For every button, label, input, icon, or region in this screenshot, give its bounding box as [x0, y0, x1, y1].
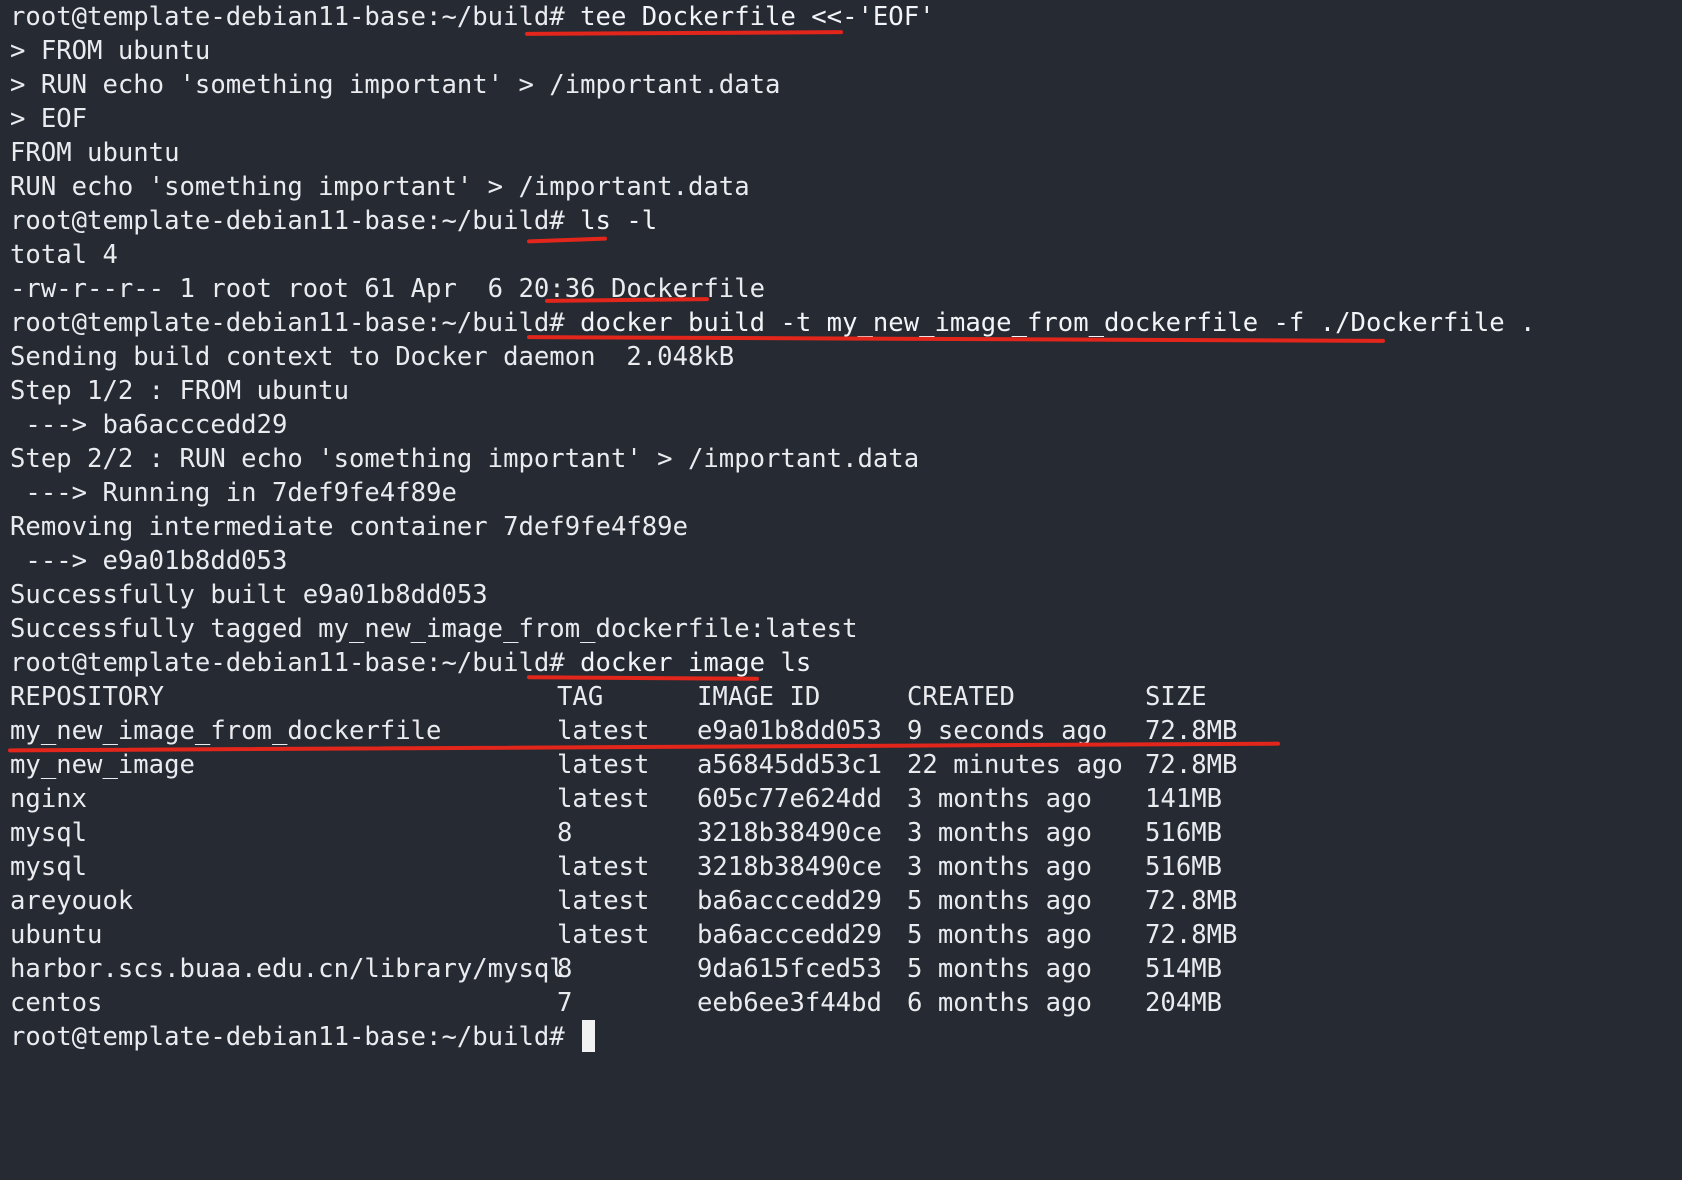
cell-tag: latest — [557, 716, 650, 746]
cell-image-id: ba6acccedd29 — [697, 920, 882, 950]
table-row: mysql latest 3218b38490ce 3 months ago 5… — [10, 850, 1682, 884]
table-row: ubuntu latest ba6acccedd29 5 months ago … — [10, 918, 1682, 952]
cell-created: 3 months ago — [907, 818, 1092, 848]
terminal-line: Step 1/2 : FROM ubuntu — [10, 376, 349, 406]
cell-image-id: a56845dd53c1 — [697, 750, 882, 780]
table-row: areyouok latest ba6acccedd29 5 months ag… — [10, 884, 1682, 918]
cell-size: 516MB — [1145, 852, 1223, 882]
cell-size: 141MB — [1145, 784, 1223, 814]
terminal-line: Successfully built e9a01b8dd053 — [10, 580, 488, 610]
cell-repository: nginx — [10, 784, 88, 814]
cell-repository: my_new_image_from_dockerfile — [10, 716, 442, 746]
cell-repository: centos — [10, 988, 103, 1018]
command: tee Dockerfile <<-'EOF' — [580, 2, 935, 32]
cell-tag: latest — [557, 784, 650, 814]
cell-repository: my_new_image — [10, 750, 195, 780]
terminal-line: root@template-debian11-base:~/build# ls … — [10, 204, 1682, 238]
terminal-line: > RUN echo 'something important' > /impo… — [10, 70, 781, 100]
terminal-line: > FROM ubuntu — [10, 36, 211, 66]
prompt: root@template-debian11-base:~/build# — [10, 206, 581, 236]
command: ls -l — [580, 206, 658, 236]
cell-created: 6 months ago — [907, 988, 1092, 1018]
cell-created: 3 months ago — [907, 852, 1092, 882]
cell-size: 72.8MB — [1145, 750, 1238, 780]
cell-tag: latest — [557, 920, 650, 950]
cell-created: 5 months ago — [907, 954, 1092, 984]
table-row: centos 7 eeb6ee3f44bd 6 months ago 204MB — [10, 986, 1682, 1020]
cell-image-id: 605c77e624dd — [697, 784, 882, 814]
terminal-line: RUN echo 'something important' > /import… — [10, 172, 750, 202]
terminal-line: -rw-r--r-- 1 root root 61 Apr 6 20:36 Do… — [10, 274, 766, 304]
terminal-line: ---> e9a01b8dd053 — [10, 546, 288, 576]
cell-repository: ubuntu — [10, 920, 103, 950]
image-table-header: REPOSITORY TAG IMAGE ID CREATED SIZE — [10, 680, 1682, 714]
table-row: harbor.scs.buaa.edu.cn/library/mysql 8 9… — [10, 952, 1682, 986]
cell-size: 72.8MB — [1145, 920, 1238, 950]
terminal-line: ---> ba6acccedd29 — [10, 410, 288, 440]
terminal-line: > EOF — [10, 104, 88, 134]
header-repository: REPOSITORY — [10, 682, 165, 712]
cell-size: 516MB — [1145, 818, 1223, 848]
terminal-line: total 4 — [10, 240, 118, 270]
cell-repository: mysql — [10, 818, 88, 848]
terminal-line: ---> Running in 7def9fe4f89e — [10, 478, 457, 508]
header-size: SIZE — [1145, 682, 1207, 712]
prompt: root@template-debian11-base:~/build# — [10, 1022, 581, 1052]
terminal-line: root@template-debian11-base:~/build# — [10, 1020, 1682, 1054]
cell-tag: 8 — [557, 954, 573, 984]
cell-image-id: ba6acccedd29 — [697, 886, 882, 916]
table-row: nginx latest 605c77e624dd 3 months ago 1… — [10, 782, 1682, 816]
terminal-line: Successfully tagged my_new_image_from_do… — [10, 614, 858, 644]
table-row: my_new_image latest a56845dd53c1 22 minu… — [10, 748, 1682, 782]
cell-image-id: 3218b38490ce — [697, 818, 882, 848]
cell-image-id: eeb6ee3f44bd — [697, 988, 882, 1018]
cell-created: 22 minutes ago — [907, 750, 1123, 780]
text-cursor — [582, 1020, 596, 1052]
prompt: root@template-debian11-base:~/build# — [10, 648, 581, 678]
cell-size: 72.8MB — [1145, 886, 1238, 916]
terminal-line: Step 2/2 : RUN echo 'something important… — [10, 444, 920, 474]
terminal-line: root@template-debian11-base:~/build# doc… — [10, 306, 1682, 340]
cell-tag: 8 — [557, 818, 573, 848]
prompt: root@template-debian11-base:~/build# — [10, 2, 581, 32]
header-image-id: IMAGE ID — [697, 682, 821, 712]
cell-created: 5 months ago — [907, 920, 1092, 950]
terminal-line: root@template-debian11-base:~/build# doc… — [10, 646, 1682, 680]
cell-repository: mysql — [10, 852, 88, 882]
header-tag: TAG — [557, 682, 604, 712]
terminal-line: Removing intermediate container 7def9fe4… — [10, 512, 688, 542]
terminal-line: FROM ubuntu — [10, 138, 180, 168]
cell-tag: 7 — [557, 988, 573, 1018]
cell-repository: harbor.scs.buaa.edu.cn/library/mysql — [10, 954, 565, 984]
table-row: mysql 8 3218b38490ce 3 months ago 516MB — [10, 816, 1682, 850]
cell-tag: latest — [557, 750, 650, 780]
cell-image-id: 9da615fced53 — [697, 954, 882, 984]
terminal-line: root@template-debian11-base:~/build# tee… — [10, 0, 1682, 34]
prompt: root@template-debian11-base:~/build# — [10, 308, 581, 338]
terminal-line: Sending build context to Docker daemon 2… — [10, 342, 735, 372]
cell-tag: latest — [557, 852, 650, 882]
cell-size: 514MB — [1145, 954, 1223, 984]
terminal-window[interactable]: root@template-debian11-base:~/build# tee… — [0, 0, 1682, 1180]
command: docker build -t my_new_image_from_docker… — [580, 308, 1536, 338]
cell-repository: areyouok — [10, 886, 134, 916]
cell-created: 5 months ago — [907, 886, 1092, 916]
header-created: CREATED — [907, 682, 1015, 712]
cell-tag: latest — [557, 886, 650, 916]
cell-image-id: 3218b38490ce — [697, 852, 882, 882]
cell-created: 3 months ago — [907, 784, 1092, 814]
cell-size: 204MB — [1145, 988, 1223, 1018]
table-row: my_new_image_from_dockerfile latest e9a0… — [10, 714, 1682, 748]
